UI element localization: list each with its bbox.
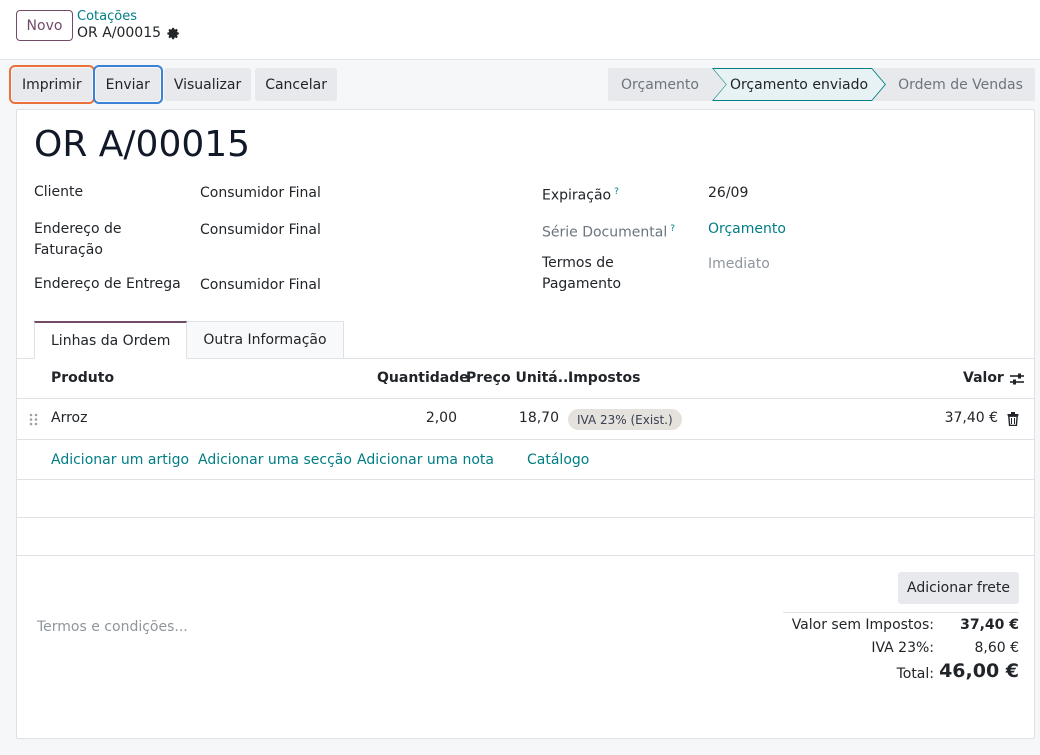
invoice-address-field[interactable]: Consumidor Final: [200, 222, 321, 238]
invoice-address-label-line1: Endereço de: [34, 221, 122, 237]
payment-terms-label: Termos de Pagamento: [542, 253, 621, 295]
invoice-address-label: Endereço de Faturação: [34, 219, 122, 261]
untaxed-amount-value: 37,40 €: [960, 617, 1019, 633]
trash-icon[interactable]: [1007, 412, 1019, 426]
help-icon[interactable]: ?: [614, 187, 619, 197]
stage-quotation-sent[interactable]: Orçamento enviado: [712, 68, 886, 101]
tax-amount-value: 8,60 €: [974, 640, 1019, 656]
action-buttons: Imprimir Enviar Visualizar Cancelar: [9, 65, 337, 104]
stage-label: Orçamento enviado: [729, 76, 869, 93]
total-value: 46,00 €: [939, 660, 1019, 682]
gear-icon[interactable]: [167, 27, 180, 40]
cell-unit-price[interactable]: 18,70: [497, 410, 559, 426]
column-product[interactable]: Produto: [51, 370, 114, 386]
send-button[interactable]: Enviar: [92, 65, 163, 104]
cell-product[interactable]: Arroz: [51, 410, 87, 426]
empty-row: [17, 480, 1034, 518]
tax-badge[interactable]: IVA 23% (Exist.): [568, 409, 682, 430]
document-series-label-text: Série Documental: [542, 224, 668, 241]
delivery-address-label: Endereço de Entrega: [34, 276, 181, 292]
payment-terms-label-line2: Pagamento: [542, 276, 622, 292]
stage-quotation[interactable]: Orçamento: [608, 68, 712, 101]
record-breadcrumb: OR A/00015: [77, 25, 180, 41]
preview-button[interactable]: Visualizar: [163, 68, 252, 101]
status-bar: Orçamento Orçamento enviado Ordem de Ven…: [608, 68, 1035, 101]
table-header: Produto Quantidade Preço Unitá... Impost…: [17, 359, 1034, 399]
new-button[interactable]: Novo: [16, 10, 73, 41]
untaxed-amount-label: Valor sem Impostos:: [791, 617, 934, 633]
add-item-link[interactable]: Adicionar um artigo: [51, 452, 189, 468]
totals-divider: [783, 612, 1019, 613]
document-series-field[interactable]: Orçamento: [708, 221, 786, 237]
add-line-row: Adicionar um artigo Adicionar uma secção…: [17, 440, 1034, 480]
add-shipping-button[interactable]: Adicionar frete: [898, 572, 1019, 604]
payment-terms-label-line1: Termos de: [542, 255, 614, 271]
catalog-link[interactable]: Catálogo: [527, 452, 589, 468]
payment-terms-field[interactable]: Imediato: [708, 256, 770, 272]
column-settings-icon[interactable]: [1010, 372, 1024, 386]
cancel-button[interactable]: Cancelar: [255, 68, 337, 101]
breadcrumb-quotations[interactable]: Cotações: [77, 9, 137, 24]
cell-amount: 37,40 €: [944, 410, 998, 426]
notebook-tabs: Linhas da Ordem Outra Informação: [34, 321, 344, 359]
add-section-link[interactable]: Adicionar uma secção: [198, 452, 352, 468]
expiration-label-text: Expiração: [542, 187, 612, 204]
tax-amount-label: IVA 23%:: [871, 640, 934, 656]
invoice-address-label-line2: Faturação: [34, 242, 103, 258]
stage-sales-order[interactable]: Ordem de Vendas: [886, 68, 1035, 101]
empty-row: [17, 518, 1034, 556]
column-quantity[interactable]: Quantidade: [377, 370, 469, 386]
help-icon[interactable]: ?: [670, 224, 675, 234]
tab-other-info[interactable]: Outra Informação: [187, 321, 344, 359]
print-button[interactable]: Imprimir: [9, 65, 95, 104]
document-title: OR A/00015: [34, 124, 251, 165]
form-sheet: OR A/00015 Cliente Consumidor Final Ende…: [16, 109, 1035, 739]
customer-label: Cliente: [34, 184, 84, 200]
column-unit-price[interactable]: Preço Unitá...: [466, 370, 574, 386]
column-amount[interactable]: Valor: [963, 370, 1004, 386]
control-panel: Novo Cotações OR A/00015: [0, 0, 1040, 60]
tab-order-lines[interactable]: Linhas da Ordem: [34, 321, 188, 359]
add-note-link[interactable]: Adicionar uma nota: [357, 452, 494, 468]
terms-conditions-input[interactable]: Termos e condições...: [37, 619, 188, 635]
customer-field[interactable]: Consumidor Final: [200, 185, 321, 201]
expiration-label: Expiração?: [542, 182, 619, 207]
cell-quantity[interactable]: 2,00: [397, 410, 457, 426]
table-row[interactable]: Arroz 2,00 18,70 IVA 23% (Exist.) 37,40 …: [17, 399, 1034, 440]
total-label: Total:: [896, 666, 934, 682]
expiration-field[interactable]: 26/09: [708, 185, 748, 201]
record-name: OR A/00015: [77, 25, 162, 41]
drag-handle-icon[interactable]: [29, 413, 38, 426]
document-series-label: Série Documental?: [542, 219, 675, 244]
column-taxes[interactable]: Impostos: [568, 370, 640, 386]
delivery-address-field[interactable]: Consumidor Final: [200, 277, 321, 293]
